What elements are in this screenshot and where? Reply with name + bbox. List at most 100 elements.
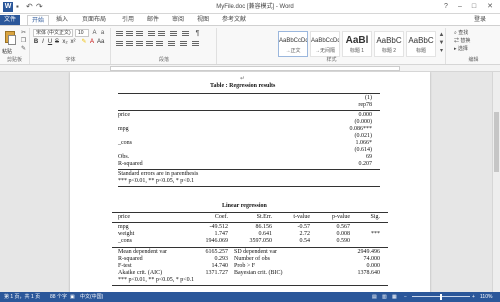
table2-header-t: t-value — [293, 214, 310, 220]
document-area[interactable]: ↵ Table : Regression results (1) rep78 p… — [0, 72, 492, 292]
table2-bottom-rule — [112, 285, 388, 286]
style-name: →无间隔 — [314, 48, 335, 54]
replace-button[interactable]: ⇄ 替换 — [454, 38, 470, 45]
close-icon[interactable]: ✕ — [484, 1, 496, 13]
maximize-icon[interactable]: □ — [468, 1, 480, 13]
tab-home[interactable]: 开始 — [27, 15, 50, 25]
table1-row-value: 1.066* — [355, 140, 373, 146]
table2-header-p: p-value — [332, 214, 350, 220]
decrease-indent-icon[interactable] — [148, 31, 155, 37]
multilevel-list-icon[interactable] — [136, 31, 143, 37]
table2-stat-value: 1378.640 — [357, 270, 381, 276]
print-layout-icon[interactable]: ▥ — [382, 292, 387, 302]
tab-page-layout[interactable]: 页面布局 — [78, 15, 110, 25]
page-count[interactable]: 第 1 页，共 1 页 — [4, 292, 40, 302]
shading-icon[interactable] — [180, 41, 187, 47]
shrink-font-icon[interactable]: a — [99, 30, 106, 36]
table1-row-value: 69 — [366, 154, 372, 160]
table2-cell-var: _cons — [118, 238, 132, 244]
table1-row-label: R-squared — [118, 161, 143, 167]
proofing-icon[interactable]: ▣ — [70, 292, 75, 302]
find-button[interactable]: ⌕ 查找 — [454, 30, 468, 37]
word-count[interactable]: 88 个字 — [50, 292, 67, 302]
scrollbar-thumb[interactable] — [494, 112, 499, 172]
style-title[interactable]: AaBbC 标题 — [406, 31, 436, 57]
borders-icon[interactable] — [192, 41, 199, 47]
vertical-scrollbar[interactable] — [492, 72, 500, 292]
zoom-in-icon[interactable]: + — [472, 292, 475, 302]
font-size-box[interactable]: 10 — [75, 29, 89, 37]
tab-file[interactable]: 文件 — [0, 15, 21, 25]
zoom-slider-thumb[interactable] — [440, 294, 442, 300]
align-left-icon[interactable] — [116, 41, 123, 47]
table2-header-sig: Sig. — [370, 214, 380, 220]
font-name-box[interactable]: 宋体 (中文正文) — [33, 29, 73, 37]
strikethrough-button[interactable]: S — [54, 39, 60, 46]
paste-sheet-icon — [8, 35, 16, 45]
horizontal-ruler[interactable] — [0, 65, 500, 72]
justify-icon[interactable] — [146, 41, 153, 47]
style-normal[interactable]: AaBbCcDd →正文 — [278, 31, 308, 57]
undo-icon[interactable]: ↶ — [26, 2, 33, 12]
tab-insert[interactable]: 插入 — [52, 15, 72, 25]
tab-review[interactable]: 审阅 — [168, 15, 188, 25]
style-sample: AaBbCcDd — [311, 38, 339, 44]
bold-button[interactable]: B — [33, 39, 39, 46]
save-icon[interactable]: ▪ — [16, 2, 19, 12]
increase-indent-icon[interactable] — [158, 31, 165, 37]
text-effects-button[interactable]: Aa — [97, 39, 104, 46]
style-name: 标题 1 — [349, 48, 365, 54]
table2-stat-value: 0.000 — [366, 263, 381, 269]
tab-mailings[interactable]: 邮件 — [143, 15, 163, 25]
table2-cell-coef: 1.747 — [214, 231, 229, 237]
grow-font-icon[interactable]: A — [91, 30, 98, 36]
chinese-layout-icon[interactable] — [170, 31, 177, 37]
zoom-level[interactable]: 110% — [480, 292, 492, 302]
web-layout-icon[interactable]: ▦ — [392, 292, 397, 302]
align-right-icon[interactable] — [136, 41, 143, 47]
style-no-spacing[interactable]: AaBbCcDd →无间隔 — [310, 31, 340, 57]
table2-body-rule — [112, 247, 388, 248]
table1-col-number: (1) — [365, 95, 372, 101]
minimize-icon[interactable]: – — [454, 1, 466, 13]
style-heading-1[interactable]: AaBl 标题 1 — [342, 31, 372, 57]
font-color-button[interactable]: A — [89, 39, 95, 46]
subscript-button[interactable]: x₂ — [62, 39, 68, 46]
line-spacing-icon[interactable] — [168, 41, 175, 47]
align-center-icon[interactable] — [126, 41, 133, 47]
help-icon[interactable]: ? — [440, 1, 452, 13]
underline-button[interactable]: U — [47, 39, 53, 46]
table1-row-value: (0.614) — [354, 147, 373, 153]
paste-button[interactable] — [3, 29, 17, 47]
superscript-button[interactable]: x² — [70, 39, 76, 46]
format-painter-icon[interactable]: ✎ — [20, 46, 27, 52]
tab-references[interactable]: 引用 — [118, 15, 138, 25]
redo-icon[interactable]: ↷ — [36, 2, 43, 12]
styles-more-icon[interactable]: ▾ — [438, 48, 445, 54]
sign-in-link[interactable]: 登录 — [470, 15, 490, 25]
numbering-icon[interactable] — [126, 31, 133, 37]
italic-button[interactable]: I — [40, 39, 46, 46]
copy-icon[interactable]: ❐ — [20, 38, 27, 44]
styles-group-label: 样式 — [326, 57, 337, 63]
tab-bibliography[interactable]: 参考文献 — [218, 15, 250, 25]
bullets-icon[interactable] — [116, 31, 123, 37]
show-marks-icon[interactable]: ¶ — [194, 30, 201, 37]
select-button[interactable]: ▸ 选择 — [454, 46, 468, 53]
sort-icon[interactable] — [182, 31, 189, 37]
table1-end-rule — [118, 186, 380, 187]
language-indicator[interactable]: 中文(中国) — [80, 292, 103, 302]
cut-icon[interactable]: ✂ — [20, 30, 27, 36]
table2-note-sig: *** p<0.01, ** p<0.05, * p<0.1 — [118, 277, 195, 283]
document-page[interactable]: ↵ Table : Regression results (1) rep78 p… — [70, 72, 430, 292]
tab-view[interactable]: 视图 — [193, 15, 213, 25]
highlight-color-button[interactable]: ✎ — [81, 39, 87, 46]
style-sample: AaBl — [345, 35, 369, 46]
read-mode-icon[interactable]: ▤ — [372, 292, 377, 302]
distributed-icon[interactable] — [156, 41, 163, 47]
styles-scroll-down-icon[interactable]: ▼ — [438, 40, 445, 46]
style-heading-2[interactable]: AaBbC 标题 2 — [374, 31, 404, 57]
font-group: 宋体 (中文正文) 10 A a B I U S x₂ x² ✎ A Aa 字体 — [31, 28, 111, 64]
styles-scroll-up-icon[interactable]: ▲ — [438, 32, 445, 38]
zoom-out-icon[interactable]: − — [404, 292, 407, 302]
